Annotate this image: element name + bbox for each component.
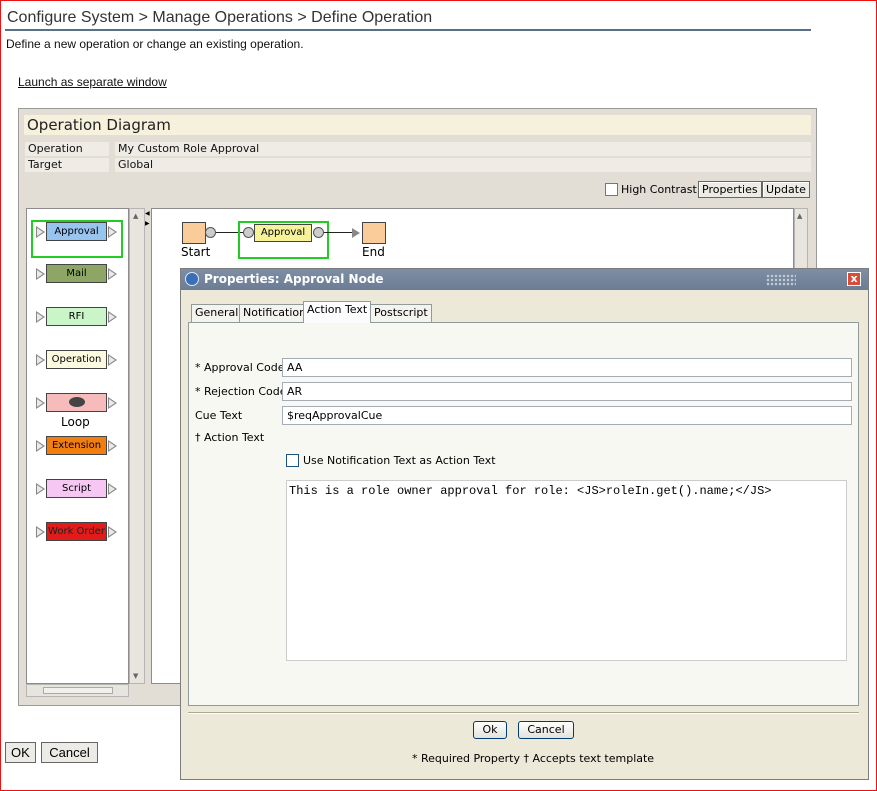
dialog-cancel-button[interactable]: Cancel — [518, 721, 574, 739]
launch-separate-window-link[interactable]: Launch as separate window — [18, 75, 167, 89]
palette-extension-node[interactable]: Extension — [46, 436, 107, 455]
palette-vertical-scrollbar[interactable]: ▲ ▼ — [129, 208, 145, 684]
cue-text-input[interactable]: $reqApprovalCue — [282, 406, 852, 425]
palette-operation-node[interactable]: Operation — [46, 350, 107, 369]
canvas-approval-node[interactable]: Approval — [254, 224, 312, 242]
approval-in-port-icon — [243, 227, 254, 238]
palette-loop-node[interactable] — [46, 393, 107, 412]
approval-code-label: * Approval Code — [195, 361, 285, 374]
rejection-code-input[interactable]: AR — [282, 382, 852, 401]
action-text-textarea[interactable]: This is a role owner approval for role: … — [286, 480, 847, 661]
loop-in-port-icon — [36, 397, 45, 409]
dialog-ok-button[interactable]: Ok — [473, 721, 507, 739]
rfi-in-port-icon — [36, 311, 45, 323]
end-in-port-icon — [352, 228, 360, 238]
page-title: Configure System > Manage Operations > D… — [7, 9, 433, 26]
extension-in-port-icon — [36, 440, 45, 452]
start-out-port-icon — [205, 227, 216, 238]
approval-in-port-icon — [36, 226, 45, 238]
diagram-title: Operation Diagram — [27, 116, 171, 134]
loop-out-port-icon — [108, 397, 117, 409]
palette-approval-node[interactable]: Approval — [46, 222, 107, 241]
page-cancel-button[interactable]: Cancel — [41, 742, 98, 763]
mail-in-port-icon — [36, 268, 45, 280]
title-divider — [5, 29, 811, 31]
palette-script-node[interactable]: Script — [46, 479, 107, 498]
work-order-in-port-icon — [36, 526, 45, 538]
approval-out-port-icon — [108, 226, 117, 238]
approval-code-input[interactable]: AA — [282, 358, 852, 377]
high-contrast-checkbox[interactable] — [605, 183, 618, 196]
mail-out-port-icon — [108, 268, 117, 280]
end-label: End — [362, 245, 385, 259]
script-out-port-icon — [108, 483, 117, 495]
dialog-title: Properties: Approval Node — [204, 272, 384, 286]
browser-app-icon — [185, 272, 199, 286]
dialog-footer-note: * Required Property † Accepts text templ… — [412, 752, 655, 765]
titlebar-grip — [766, 274, 796, 286]
operation-name-value: My Custom Role Approval — [115, 142, 811, 156]
palette-mail-node[interactable]: Mail — [46, 264, 107, 283]
palette-rfi-node[interactable]: RFI — [46, 307, 107, 326]
loop-icon — [68, 397, 85, 407]
use-notification-checkbox[interactable] — [286, 454, 299, 467]
tab-general[interactable]: General — [191, 304, 243, 322]
rfi-out-port-icon — [108, 311, 117, 323]
connector-line — [324, 232, 354, 233]
tab-notification[interactable]: Notification — [239, 304, 311, 322]
close-icon[interactable]: x — [847, 272, 861, 286]
operation-in-port-icon — [36, 354, 45, 366]
extension-out-port-icon — [108, 440, 117, 452]
rejection-code-label: * Rejection Code — [195, 385, 287, 398]
end-node[interactable] — [362, 222, 386, 244]
properties-button[interactable]: Properties — [698, 181, 762, 198]
dialog-divider — [188, 712, 859, 714]
use-notification-label: Use Notification Text as Action Text — [303, 454, 496, 467]
operation-name-label: Operation Name — [25, 142, 109, 169]
page-description: Define a new operation or change an exis… — [6, 37, 304, 51]
operation-out-port-icon — [108, 354, 117, 366]
palette-horizontal-scrollbar[interactable] — [26, 684, 129, 697]
script-in-port-icon — [36, 483, 45, 495]
high-contrast-label: High Contrast — [621, 183, 697, 196]
page-ok-button[interactable]: OK — [5, 742, 36, 763]
target-value: Global — [115, 158, 811, 172]
update-button[interactable]: Update — [762, 181, 810, 198]
start-node[interactable] — [182, 222, 206, 244]
cue-text-label: Cue Text — [195, 409, 243, 422]
start-label: Start — [181, 245, 211, 259]
palette-loop-label: Loop — [61, 415, 90, 429]
tab-postscript[interactable]: Postscript — [370, 304, 432, 322]
target-label: Target — [25, 158, 109, 172]
action-text-label: † Action Text — [195, 431, 265, 444]
approval-out-port-icon — [313, 227, 324, 238]
palette-work-order-node[interactable]: Work Order — [46, 522, 107, 541]
work-order-out-port-icon — [108, 526, 117, 538]
tab-action-text[interactable]: Action Text — [303, 301, 372, 323]
